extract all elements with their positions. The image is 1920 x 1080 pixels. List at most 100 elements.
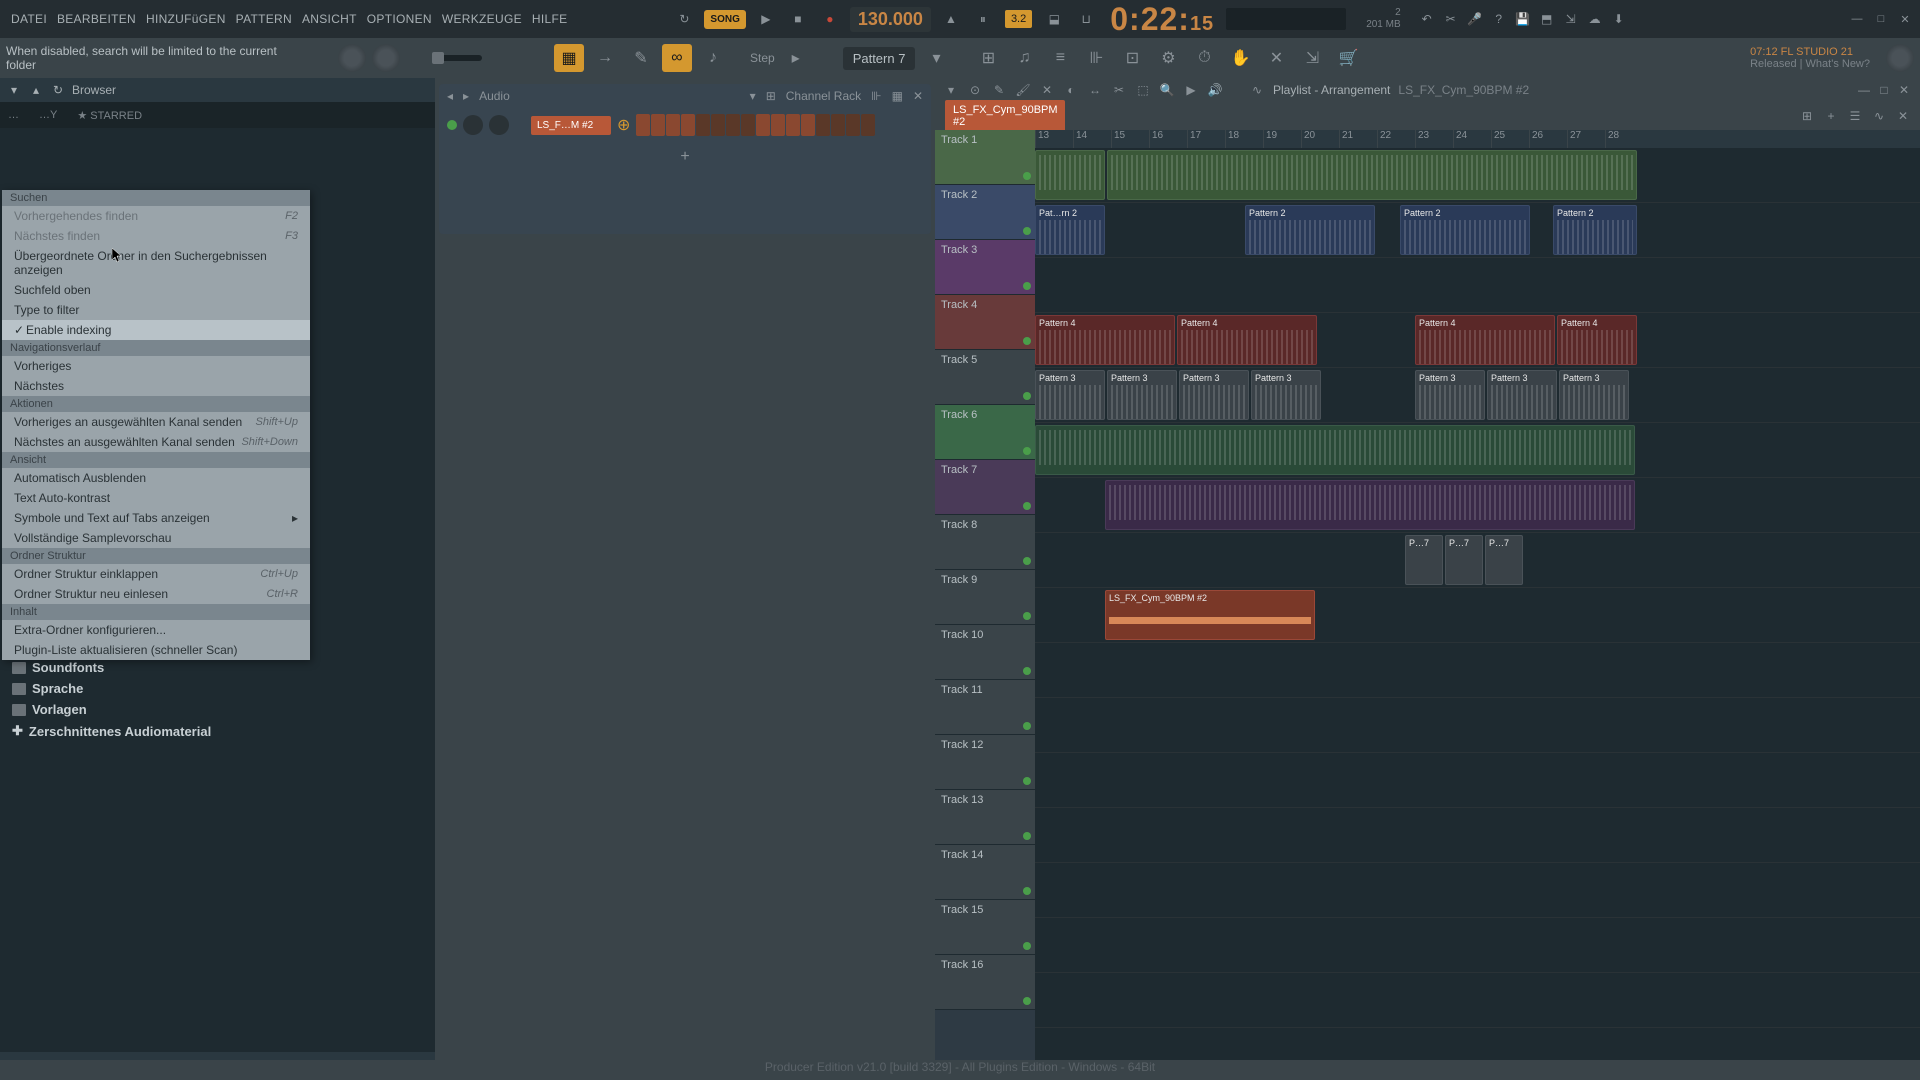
view-icon[interactable]: ▦ bbox=[892, 89, 903, 103]
tool-slip-icon[interactable]: ↔ bbox=[1087, 82, 1103, 98]
view-piano-icon[interactable]: ♫ bbox=[1009, 44, 1039, 72]
mute-icon[interactable]: ⊕ bbox=[617, 115, 630, 135]
minimize-button[interactable]: — bbox=[1848, 12, 1866, 26]
midi-icon[interactable]: ♪ bbox=[698, 44, 728, 72]
menu-hilfe[interactable]: HILFE bbox=[527, 12, 573, 26]
browser-up-icon[interactable]: ▴ bbox=[28, 82, 44, 98]
picker-plus-icon[interactable]: + bbox=[1820, 105, 1842, 127]
track-header-7[interactable]: Track 7 bbox=[935, 460, 1035, 515]
track-header-16[interactable]: Track 16 bbox=[935, 955, 1035, 1010]
clip-pattern2[interactable]: Pattern 2 bbox=[1245, 205, 1375, 255]
metronome-icon[interactable]: ▲ bbox=[939, 7, 963, 31]
picker-close-icon[interactable]: ✕ bbox=[1892, 105, 1914, 127]
speaker-icon[interactable]: 🔊 bbox=[1207, 82, 1223, 98]
maximize-button[interactable]: □ bbox=[1872, 12, 1890, 26]
clip-pattern7[interactable] bbox=[1105, 480, 1635, 530]
wand-icon[interactable]: ✎ bbox=[626, 44, 656, 72]
add-channel-row[interactable]: + bbox=[439, 142, 931, 172]
magnet-icon[interactable]: ⊙ bbox=[967, 82, 983, 98]
tree-item-zerschnittenes[interactable]: ✚Zerschnittenes Audiomaterial bbox=[4, 720, 431, 742]
minimize-icon[interactable]: — bbox=[1856, 82, 1872, 98]
menu-item-collapse[interactable]: Ordner Struktur einklappenCtrl+Up bbox=[2, 564, 310, 584]
channel-led[interactable] bbox=[447, 120, 457, 130]
time-signature[interactable]: 3.2 bbox=[1005, 10, 1032, 28]
menu-bearbeiten[interactable]: BEARBEITEN bbox=[52, 12, 141, 26]
plugin-icon[interactable]: ⚙ bbox=[1153, 44, 1183, 72]
countdown-icon[interactable]: ⬓ bbox=[1042, 7, 1066, 31]
track-header-12[interactable]: Track 12 bbox=[935, 735, 1035, 790]
track-row-6[interactable] bbox=[1035, 423, 1920, 478]
audio-label[interactable]: Audio bbox=[479, 89, 740, 103]
tool-draw-icon[interactable]: ✎ bbox=[991, 82, 1007, 98]
track-header-1[interactable]: Track 1 bbox=[935, 130, 1035, 185]
track-row-12[interactable] bbox=[1035, 753, 1920, 808]
close-icon[interactable]: ✕ bbox=[1896, 82, 1912, 98]
track-header-11[interactable]: Track 11 bbox=[935, 680, 1035, 735]
arrow-icon[interactable]: → bbox=[590, 44, 620, 72]
track-row-3[interactable] bbox=[1035, 258, 1920, 313]
track-row-10[interactable] bbox=[1035, 643, 1920, 698]
save-icon[interactable]: 💾 bbox=[1511, 7, 1535, 31]
menu-hinzufuegen[interactable]: HINZUFüGEN bbox=[141, 12, 231, 26]
clip-pattern6[interactable] bbox=[1035, 425, 1635, 475]
track-header-10[interactable]: Track 10 bbox=[935, 625, 1035, 680]
track-header-13[interactable]: Track 13 bbox=[935, 790, 1035, 845]
track-row-4[interactable]: Pattern 4 Pattern 4 Pattern 4 Pattern 4 bbox=[1035, 313, 1920, 368]
track-row-8[interactable]: P…7 P…7 P…7 bbox=[1035, 533, 1920, 588]
clip-pattern[interactable] bbox=[1035, 150, 1105, 200]
clip-pattern3[interactable]: Pattern 3 bbox=[1107, 370, 1177, 420]
channel-vol-knob[interactable] bbox=[489, 115, 509, 135]
menu-item-symbols-text[interactable]: Symbole und Text auf Tabs anzeigen▸ bbox=[2, 508, 310, 528]
track-row-5[interactable]: Pattern 3 Pattern 3 Pattern 3 Pattern 3 … bbox=[1035, 368, 1920, 423]
clip-pattern3[interactable]: Pattern 3 bbox=[1179, 370, 1249, 420]
sync-icon[interactable]: ↻ bbox=[672, 7, 696, 31]
render-icon[interactable]: ⬒ bbox=[1535, 7, 1559, 31]
picker-menu-icon[interactable]: ☰ bbox=[1844, 105, 1866, 127]
shop-icon[interactable]: 🛒 bbox=[1333, 44, 1363, 72]
next-icon[interactable]: ▸ bbox=[463, 89, 469, 103]
cut-icon[interactable]: ✂ bbox=[1439, 7, 1463, 31]
view-mixer-icon[interactable]: ⊪ bbox=[1081, 44, 1111, 72]
export-icon[interactable]: ⇲ bbox=[1559, 7, 1583, 31]
prev-icon[interactable]: ◂ bbox=[447, 89, 453, 103]
track-row-11[interactable] bbox=[1035, 698, 1920, 753]
picker-grid-icon[interactable]: ⊞ bbox=[1796, 105, 1818, 127]
tool-playback-icon[interactable]: ▶ bbox=[1183, 82, 1199, 98]
menu-item-show-parent[interactable]: Übergeordnete Ordner in den Suchergebnis… bbox=[2, 246, 310, 280]
play-icon[interactable]: ▶ bbox=[754, 7, 778, 31]
clip-pattern3[interactable]: Pattern 3 bbox=[1035, 370, 1105, 420]
track-header-14[interactable]: Track 14 bbox=[935, 845, 1035, 900]
dropdown-icon[interactable]: ▾ bbox=[750, 89, 756, 103]
cloud-icon[interactable]: ☁ bbox=[1583, 7, 1607, 31]
track-row-16[interactable] bbox=[1035, 973, 1920, 1028]
menu-item-search-top[interactable]: Suchfeld oben bbox=[2, 280, 310, 300]
song-mode-button[interactable]: SONG bbox=[704, 10, 745, 29]
channel-name-button[interactable]: LS_F…M #2 bbox=[531, 116, 611, 135]
view-browser-icon[interactable]: ⊡ bbox=[1117, 44, 1147, 72]
menu-item-send-next[interactable]: Nächstes an ausgewählten Kanal sendenShi… bbox=[2, 432, 310, 452]
pattern-selector[interactable]: Pattern 7 bbox=[843, 47, 916, 70]
tool-paint-icon[interactable]: 🖌 bbox=[1015, 82, 1031, 98]
time-display[interactable]: 0:22:15 bbox=[1110, 1, 1214, 38]
volume-knob[interactable] bbox=[338, 44, 366, 72]
wave-icon[interactable]: ∿ bbox=[1249, 82, 1265, 98]
menu-werkzeuge[interactable]: WERKZEUGE bbox=[437, 12, 527, 26]
arrange-icon[interactable]: ⇲ bbox=[1297, 44, 1327, 72]
whats-new[interactable]: Released | What's New? bbox=[1750, 58, 1870, 70]
clip-p7[interactable]: P…7 bbox=[1485, 535, 1523, 585]
track-row-2[interactable]: Pat…rn 2 Pattern 2 Pattern 2 Pattern 2 bbox=[1035, 203, 1920, 258]
browser-menu-icon[interactable]: ▾ bbox=[6, 82, 22, 98]
menu-item-vorheriges[interactable]: Vorheriges bbox=[2, 356, 310, 376]
tool-delete-icon[interactable]: ✕ bbox=[1039, 82, 1055, 98]
menu-item-type-filter[interactable]: Type to filter bbox=[2, 300, 310, 320]
view-playlist-icon[interactable]: ⊞ bbox=[973, 44, 1003, 72]
browser-tab-starred[interactable]: ★ STARRED bbox=[77, 109, 142, 122]
menu-item-find-next[interactable]: Nächstes findenF3 bbox=[2, 226, 310, 246]
help-icon[interactable]: ? bbox=[1487, 7, 1511, 31]
track-header-15[interactable]: Track 15 bbox=[935, 900, 1035, 955]
browser-refresh-icon[interactable]: ↻ bbox=[50, 82, 66, 98]
menu-datei[interactable]: DATEI bbox=[6, 12, 52, 26]
clip-pattern3[interactable]: Pattern 3 bbox=[1487, 370, 1557, 420]
menu-item-auto-hide[interactable]: Automatisch Ausblenden bbox=[2, 468, 310, 488]
clip-pattern3[interactable]: Pattern 3 bbox=[1415, 370, 1485, 420]
